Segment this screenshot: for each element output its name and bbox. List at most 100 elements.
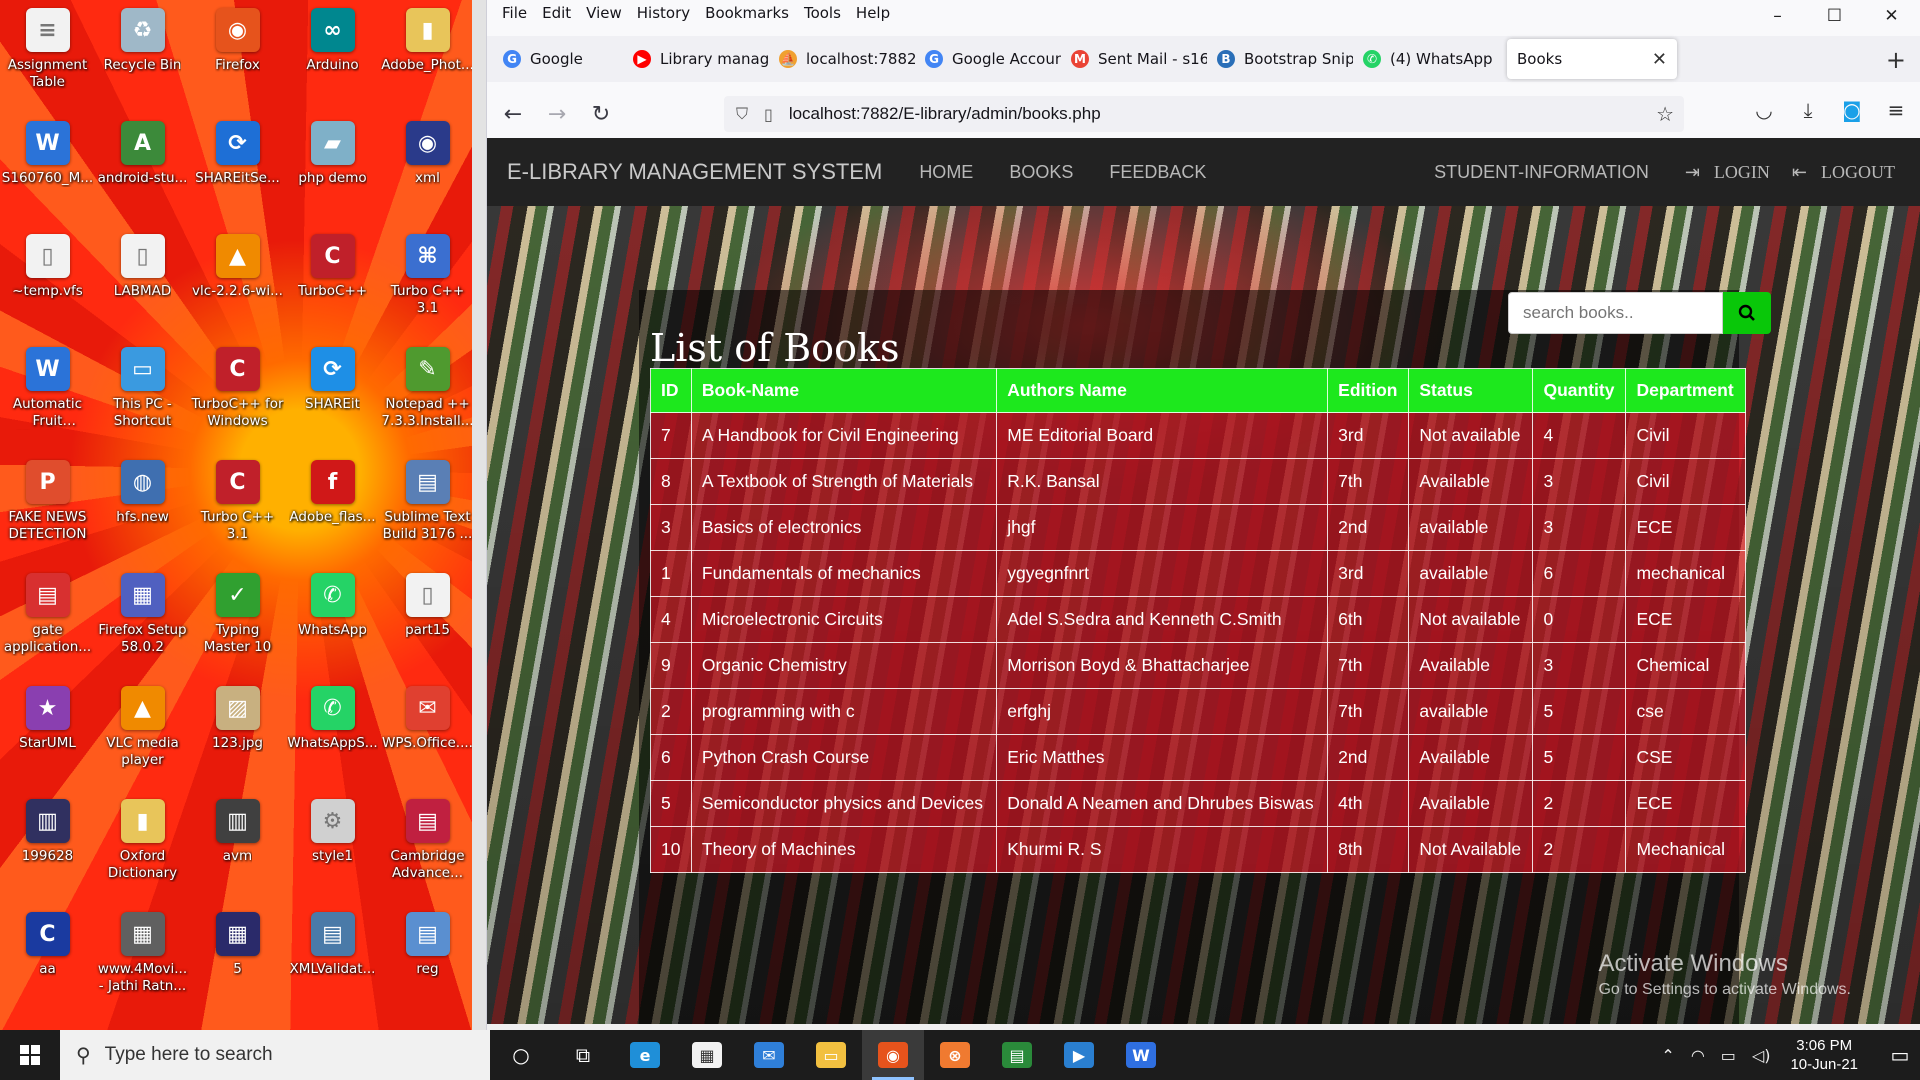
desktop-icon-adobe-flas[interactable]: f Adobe_flas...: [285, 456, 380, 569]
taskbar-media-button[interactable]: ▶: [1048, 1030, 1110, 1080]
menu-view[interactable]: View: [579, 4, 630, 22]
desktop-icon-xml[interactable]: ◉ xml: [380, 117, 475, 230]
desktop-icon-turboc[interactable]: C TurboC++: [285, 230, 380, 343]
downloads-icon[interactable]: ⤓: [1793, 98, 1823, 122]
close-window-button[interactable]: ✕: [1863, 0, 1920, 32]
new-tab-button[interactable]: +: [1886, 46, 1906, 74]
desktop-icon-hfs-new[interactable]: ◍ hfs.new: [95, 456, 190, 569]
taskbar-file-explorer-button[interactable]: ▭: [800, 1030, 862, 1080]
desktop-icon-xmlvalidat[interactable]: ▤ XMLValidat...: [285, 908, 380, 1021]
back-arrow-icon[interactable]: ←: [495, 96, 531, 132]
taskbar-wps-button[interactable]: W: [1110, 1030, 1172, 1080]
desktop-icon-turbo-c-3-1[interactable]: C Turbo C++ 3.1: [190, 456, 285, 569]
tab-google[interactable]: G Google: [493, 39, 623, 79]
desktop-icon-sublime-text-build-3176[interactable]: ▤ Sublime Text Build 3176 ...: [380, 456, 475, 569]
column-header-edition[interactable]: Edition: [1327, 368, 1410, 413]
nav-login[interactable]: ⇥ LOGIN: [1685, 162, 1770, 183]
extension-icon[interactable]: ◙: [1837, 98, 1867, 122]
taskbar-search-box[interactable]: ⚲ Type here to search: [60, 1030, 490, 1080]
clock[interactable]: 3:06 PM 10-Jun-21: [1790, 1036, 1858, 1074]
menu-history[interactable]: History: [630, 4, 698, 22]
desktop-icon-fake-news-detection[interactable]: P FAKE NEWS DETECTION: [0, 456, 95, 569]
taskbar-store-button[interactable]: ▦: [676, 1030, 738, 1080]
volume-icon[interactable]: ◁): [1752, 1046, 1771, 1065]
close-tab-icon[interactable]: ✕: [1652, 49, 1667, 70]
desktop-icon-s160760-m[interactable]: W S160760_M...: [0, 117, 95, 230]
search-books-input[interactable]: [1508, 292, 1723, 334]
nav-feedback[interactable]: FEEDBACK: [1091, 162, 1224, 183]
desktop-icon-automatic-fruit-vendin[interactable]: W Automatic Fruit Vendin...: [0, 343, 95, 456]
desktop-icon-firefox-setup-58-0-2[interactable]: ▦ Firefox Setup 58.0.2: [95, 569, 190, 682]
desktop-icon-aa[interactable]: Caa: [0, 908, 95, 1021]
column-header-id[interactable]: ID: [650, 368, 692, 413]
nav-home[interactable]: HOME: [901, 162, 991, 183]
desktop-icon-whatsapp[interactable]: ✆ WhatsApp: [285, 569, 380, 682]
reload-icon[interactable]: ↻: [583, 96, 619, 132]
desktop-icon-notepad-7-3-3-install[interactable]: ✎ Notepad ++ 7.3.3.Install...: [380, 343, 475, 456]
taskbar-xampp-button[interactable]: ⊗: [924, 1030, 986, 1080]
desktop-icon-assignment-table[interactable]: ≡ Assignment Table: [0, 4, 95, 117]
desktop-icon-temp-vfs[interactable]: ▯ ~temp.vfs: [0, 230, 95, 343]
taskbar-cortana-button[interactable]: ○: [490, 1030, 552, 1080]
desktop-icon-oxford-dictionary[interactable]: ▮ Oxford Dictionary: [95, 795, 190, 908]
taskbar-task-view-button[interactable]: ⧉: [552, 1030, 614, 1080]
desktop-icon-www-4movi-jathi-ratn[interactable]: ▦ www.4Movi... - Jathi Ratn...: [95, 908, 190, 1021]
desktop-icon-recycle-bin[interactable]: ♻ Recycle Bin: [95, 4, 190, 117]
maximize-button[interactable]: ☐: [1806, 0, 1863, 32]
desktop-icon-adobe-phot[interactable]: ▮ Adobe_Phot...: [380, 4, 475, 117]
bookmark-star-icon[interactable]: ☆: [1656, 102, 1674, 126]
column-header-quantity[interactable]: Quantity: [1532, 368, 1627, 413]
column-header-book-name[interactable]: Book-Name: [690, 368, 998, 413]
desktop-icon-firefox[interactable]: ◉ Firefox: [190, 4, 285, 117]
menu-edit[interactable]: Edit: [535, 4, 579, 22]
desktop-icon-turboc-for-windows[interactable]: C TurboC++ for Windows: [190, 343, 285, 456]
taskbar-firefox-button[interactable]: ◉: [862, 1030, 924, 1080]
taskbar-edge-button[interactable]: e: [614, 1030, 676, 1080]
desktop-icon-turbo-c-3-1[interactable]: ⌘ Turbo C++ 3.1: [380, 230, 475, 343]
pocket-icon[interactable]: ◡: [1749, 98, 1779, 122]
column-header-status[interactable]: Status: [1408, 368, 1534, 413]
start-button[interactable]: [0, 1030, 60, 1080]
desktop-icon-labmad[interactable]: ▯ LABMAD: [95, 230, 190, 343]
desktop-icon-gate-application[interactable]: ▤ gate application...: [0, 569, 95, 682]
desktop-icon-android-stu[interactable]: Aandroid-stu...: [95, 117, 190, 230]
battery-icon[interactable]: ▭: [1721, 1046, 1736, 1065]
desktop-icon-style1[interactable]: ⚙ style1: [285, 795, 380, 908]
desktop-icon-staruml[interactable]: ★ StarUML: [0, 682, 95, 795]
column-header-authors-name[interactable]: Authors Name: [996, 368, 1329, 413]
desktop-icon-vlc-2-2-6-wi[interactable]: ▲ vlc-2.2.6-wi...: [190, 230, 285, 343]
tab-google-account[interactable]: G Google Account: [915, 39, 1061, 79]
desktop-icon-this-pc-shortcut[interactable]: ▭ This PC - Shortcut: [95, 343, 190, 456]
menu-file[interactable]: File: [495, 4, 535, 22]
menu-tools[interactable]: Tools: [797, 4, 849, 22]
tab-library-manageme[interactable]: ▶ Library manageme: [623, 39, 769, 79]
url-text[interactable]: localhost:7882/E-library/admin/books.php: [789, 104, 1101, 124]
desktop-icon-123-jpg[interactable]: ▨ 123.jpg: [190, 682, 285, 795]
desktop-icon-reg[interactable]: ▤ reg: [380, 908, 475, 1021]
desktop-icon-avm[interactable]: ▥ avm: [190, 795, 285, 908]
notification-icon[interactable]: ▭: [1880, 1043, 1920, 1067]
taskbar-excel-button[interactable]: ▤: [986, 1030, 1048, 1080]
minimize-button[interactable]: –: [1749, 0, 1806, 32]
tab-4-whatsapp[interactable]: ✆ (4) WhatsApp: [1353, 39, 1499, 79]
nav-student-information[interactable]: STUDENT-INFORMATION: [1420, 162, 1663, 183]
site-brand[interactable]: E-LIBRARY MANAGEMENT SYSTEM: [507, 159, 882, 185]
tab-localhost-7882-1[interactable]: ⛵ localhost:7882 / 1: [769, 39, 915, 79]
desktop-icon-5[interactable]: ▦ 5: [190, 908, 285, 1021]
menu-help[interactable]: Help: [849, 4, 898, 22]
desktop-icon-vlc-media-player[interactable]: ▲ VLC media player: [95, 682, 190, 795]
desktop-icon-wps-office[interactable]: ✉ WPS.Office....: [380, 682, 475, 795]
desktop-icon-typing-master-10[interactable]: ✓ Typing Master 10: [190, 569, 285, 682]
desktop-icon-php-demo[interactable]: ▰ php demo: [285, 117, 380, 230]
tab-bootstrap-snippe[interactable]: B Bootstrap Snippe: [1207, 39, 1353, 79]
menu-bookmarks[interactable]: Bookmarks: [698, 4, 797, 22]
desktop-icon-cambridge-advance[interactable]: ▤ Cambridge Advance...: [380, 795, 475, 908]
tab-sent-mail-s1607[interactable]: M Sent Mail - s1607: [1061, 39, 1207, 79]
taskbar-mail-button[interactable]: ✉: [738, 1030, 800, 1080]
column-header-department[interactable]: Department: [1625, 368, 1746, 413]
nav-logout[interactable]: ⇤ LOGOUT: [1792, 162, 1895, 183]
address-bar[interactable]: ⛉ ▯ localhost:7882/E-library/admin/books…: [724, 96, 1684, 132]
tab-books-active[interactable]: Books ✕: [1507, 39, 1677, 79]
desktop-icon-shareitse[interactable]: ⟳ SHAREitSe...: [190, 117, 285, 230]
chevron-up-icon[interactable]: ⌃: [1661, 1046, 1674, 1065]
